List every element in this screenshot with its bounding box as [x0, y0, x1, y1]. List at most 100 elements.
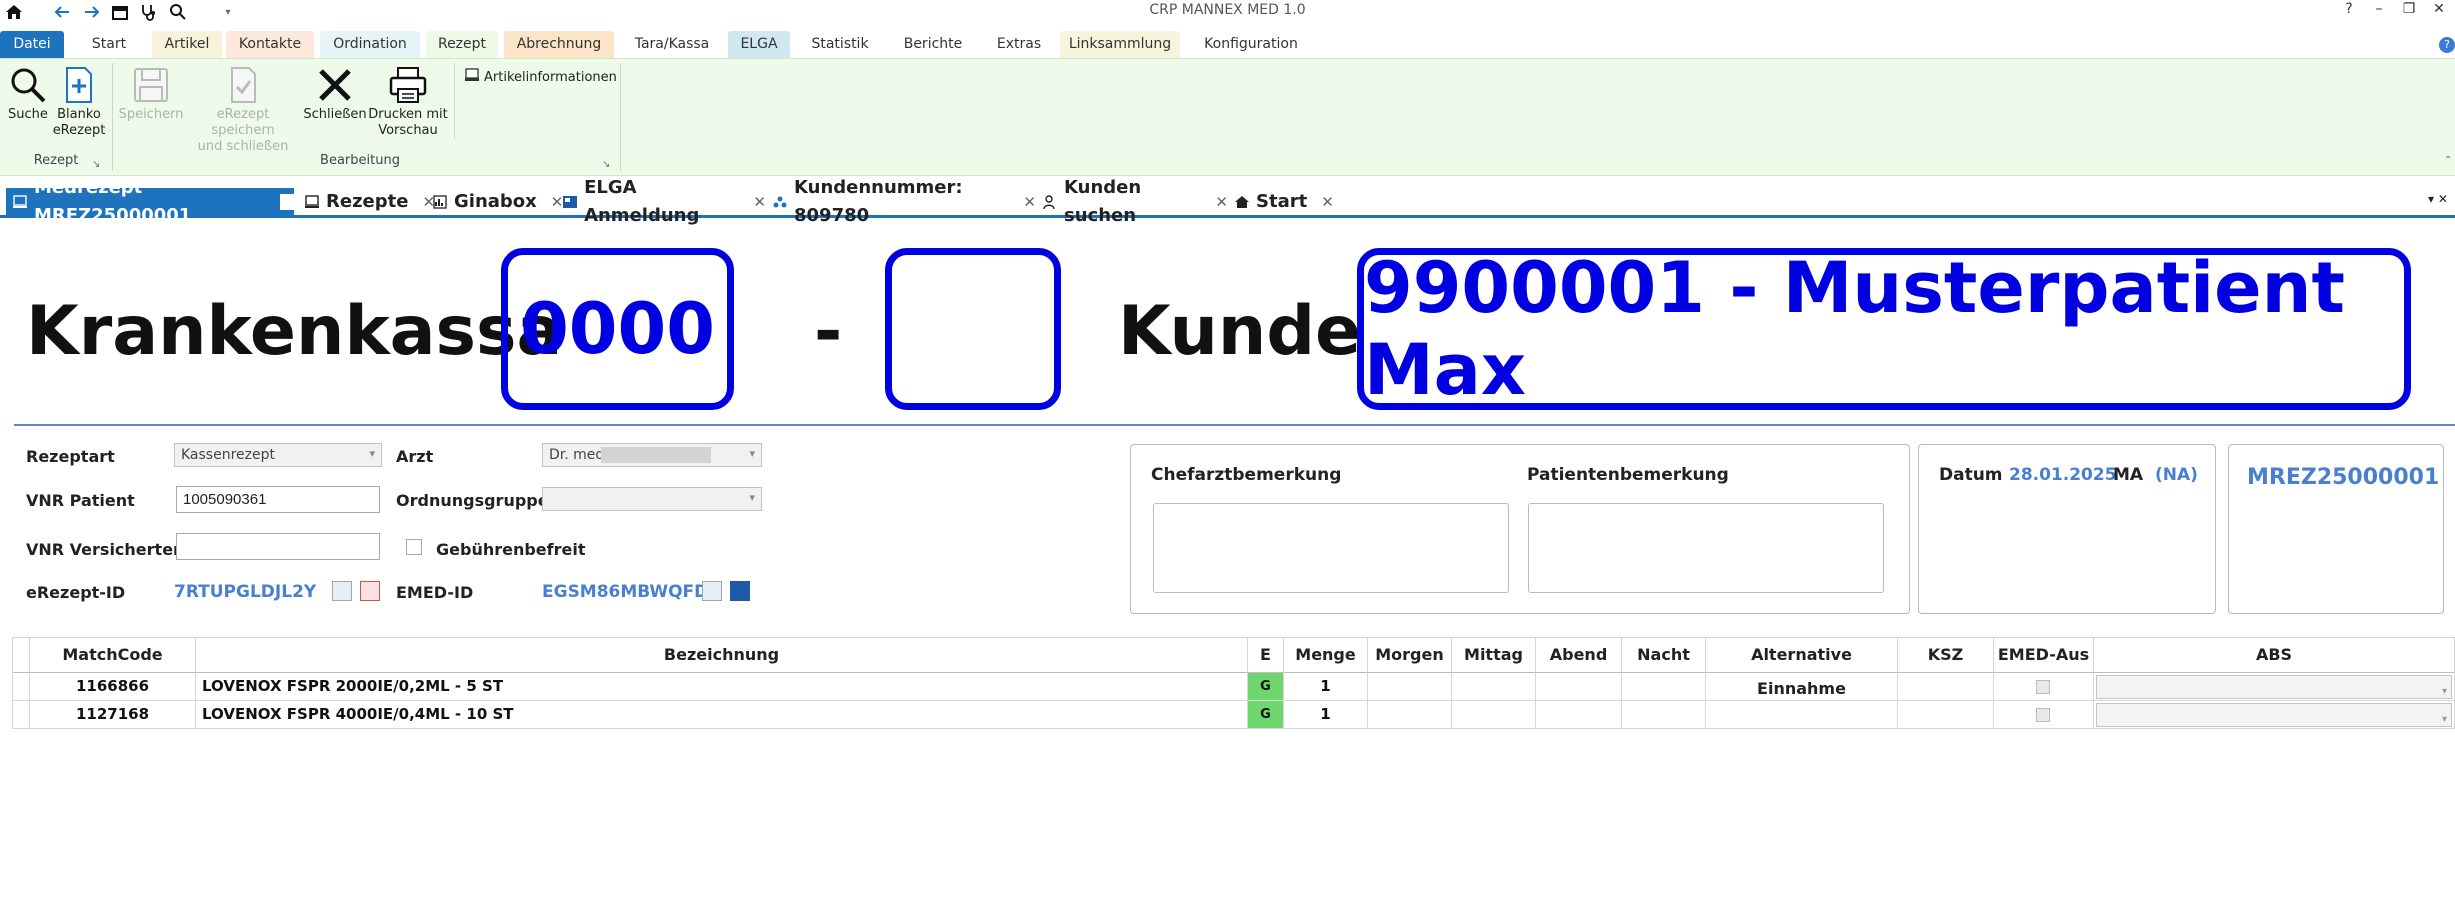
doc-tab-elga-anmeldung[interactable]: ELGA Anmeldung ✕	[556, 177, 766, 226]
doc-tab-start[interactable]: Start ✕	[1228, 188, 1334, 216]
print-preview-button[interactable]: Drucken mit Vorschau	[368, 63, 448, 139]
menu-tab-rezept[interactable]: Rezept	[426, 31, 498, 58]
menu-tab-kontakte[interactable]: Kontakte	[226, 31, 314, 58]
column-header-nacht[interactable]: Nacht	[1622, 637, 1706, 673]
gebuehrenbefreit-checkbox[interactable]	[406, 539, 422, 555]
krankenkassa-value-box[interactable]: 0000	[501, 248, 734, 410]
mittag-cell[interactable]	[1452, 701, 1536, 729]
chefarzt-textarea[interactable]	[1153, 503, 1509, 593]
kunde-value-box[interactable]: 9900001 - Musterpatient Max	[1357, 247, 2411, 411]
tab-list-dropdown-icon[interactable]: ▾ ✕	[2428, 192, 2448, 206]
menu-tab-konfiguration[interactable]: Konfiguration	[1186, 31, 1316, 58]
nacht-cell[interactable]	[1622, 673, 1706, 701]
ordnungsgruppe-select[interactable]: ▾	[542, 487, 762, 511]
morgen-cell[interactable]	[1368, 673, 1452, 701]
collapse-ribbon-icon[interactable]: ⌃	[2444, 155, 2452, 166]
column-header-mittag[interactable]: Mittag	[1452, 637, 1536, 673]
secondary-code-box[interactable]	[885, 248, 1061, 410]
elga-card-icon[interactable]	[730, 581, 750, 601]
tab-pin-icon[interactable]	[280, 194, 294, 210]
column-header-bezeichnung[interactable]: Bezeichnung	[196, 637, 1248, 673]
doc-tab-medrezept[interactable]: Medrezept MREZ25000001	[6, 177, 294, 226]
close-tab-icon[interactable]: ✕	[753, 188, 766, 216]
doc-tab-kundennummer[interactable]: Kundennummer: 809780 ✕	[766, 177, 1036, 226]
close-tab-icon[interactable]: ✕	[1321, 188, 1334, 216]
column-header-e[interactable]: E	[1248, 637, 1284, 673]
menge-cell[interactable]: 1	[1284, 673, 1368, 701]
article-info-button[interactable]: Artikelinformationen	[464, 67, 617, 87]
abs-combobox[interactable]: ▾	[2096, 703, 2452, 727]
menu-tab-statistik[interactable]: Statistik	[798, 31, 882, 58]
morgen-cell[interactable]	[1368, 701, 1452, 729]
mittag-cell[interactable]	[1452, 673, 1536, 701]
copy-icon[interactable]	[702, 581, 722, 601]
home-icon	[1234, 193, 1250, 211]
matchcode-cell[interactable]: 1166866	[30, 673, 196, 701]
group-launcher-icon[interactable]: ↘	[92, 159, 100, 170]
table-row[interactable]: 1166866 LOVENOX FSPR 2000IE/0,2ML - 5 ST…	[12, 673, 2455, 701]
vnr-patient-input[interactable]	[176, 486, 380, 513]
menu-tab-linksammlung[interactable]: Linksammlung	[1060, 31, 1180, 58]
patient-remark-textarea[interactable]	[1528, 503, 1884, 593]
group-launcher-icon[interactable]: ↘	[602, 159, 610, 170]
blank-erezept-button[interactable]: Blanko eRezept	[52, 63, 106, 139]
menu-tab-artikel[interactable]: Artikel	[152, 31, 222, 58]
ksz-cell[interactable]	[1898, 701, 1994, 729]
alternative-cell[interactable]	[1706, 701, 1898, 729]
arzt-select[interactable]: Dr. med ▾	[542, 443, 762, 467]
menu-tab-datei[interactable]: Datei	[0, 31, 64, 58]
search-button[interactable]: Suche	[4, 63, 52, 123]
copy-icon[interactable]	[332, 581, 352, 601]
doc-tab-rezepte[interactable]: Rezepte ✕	[298, 188, 435, 216]
menu-tab-extras[interactable]: Extras	[984, 31, 1054, 58]
emed-aus-checkbox[interactable]	[2036, 708, 2050, 722]
save-button[interactable]: Speichern	[118, 63, 184, 123]
column-header-alternative[interactable]: Alternative Einnahme	[1706, 637, 1898, 698]
info-help-icon[interactable]: ?	[2439, 37, 2455, 53]
column-header-menge[interactable]: Menge	[1284, 637, 1368, 673]
menge-cell[interactable]: 1	[1284, 701, 1368, 729]
abs-combobox[interactable]: ▾	[2096, 675, 2452, 699]
matchcode-cell[interactable]: 1127168	[30, 701, 196, 729]
column-header-emed-aus[interactable]: EMED-Aus	[1994, 637, 2094, 673]
erezept-save-close-button[interactable]: eRezept speichern und schließen	[184, 63, 302, 155]
close-tab-icon[interactable]: ✕	[1215, 188, 1228, 216]
bezeichnung-cell[interactable]: LOVENOX FSPR 4000IE/0,4ML - 10 ST	[196, 701, 1248, 729]
nacht-cell[interactable]	[1622, 701, 1706, 729]
column-header-abs[interactable]: ABS	[2094, 637, 2455, 673]
doc-tab-kunden-suchen[interactable]: Kunden suchen ✕	[1036, 177, 1228, 226]
column-header-matchcode[interactable]: MatchCode	[30, 637, 196, 673]
row-selector[interactable]	[12, 701, 30, 729]
menu-tab-elga[interactable]: ELGA	[728, 31, 790, 58]
menu-tab-abrechnung[interactable]: Abrechnung	[504, 31, 614, 58]
rezeptart-select[interactable]: Kassenrezept ▾	[174, 443, 382, 467]
abend-cell[interactable]	[1536, 701, 1622, 729]
column-header-ksz[interactable]: KSZ	[1898, 637, 1994, 673]
e-cell[interactable]: G	[1248, 673, 1284, 701]
column-header-abend[interactable]: Abend	[1536, 637, 1622, 673]
doc-tab-ginabox[interactable]: Ginabox ✕	[426, 188, 563, 216]
bezeichnung-cell[interactable]: LOVENOX FSPR 2000IE/0,2ML - 5 ST	[196, 673, 1248, 701]
pdf-icon[interactable]	[360, 581, 380, 601]
close-window-button[interactable]: ✕	[2428, 1, 2450, 21]
help-button[interactable]: ?	[2338, 1, 2360, 21]
column-header-morgen[interactable]: Morgen	[1368, 637, 1452, 673]
close-button[interactable]: Schließen	[302, 63, 368, 123]
vnr-versicherter-input[interactable]	[176, 533, 380, 560]
menu-tab-start[interactable]: Start	[76, 31, 142, 58]
minimize-button[interactable]: –	[2368, 1, 2390, 21]
table-row[interactable]: 1127168 LOVENOX FSPR 4000IE/0,4ML - 10 S…	[12, 701, 2455, 729]
restore-button[interactable]: ❐	[2398, 1, 2420, 21]
e-cell[interactable]: G	[1248, 701, 1284, 729]
abend-cell[interactable]	[1536, 673, 1622, 701]
emed-aus-checkbox[interactable]	[2036, 680, 2050, 694]
redacted-name	[601, 447, 711, 463]
ksz-cell[interactable]	[1898, 673, 1994, 701]
print-preview-label-1: Drucken mit	[368, 107, 448, 122]
close-tab-icon[interactable]: ✕	[1023, 188, 1036, 216]
row-selector[interactable]	[12, 673, 30, 701]
menu-tab-berichte[interactable]: Berichte	[890, 31, 976, 58]
menu-tab-ordination[interactable]: Ordination	[320, 31, 420, 58]
alternative-cell[interactable]	[1706, 673, 1898, 701]
menu-tab-tara-kassa[interactable]: Tara/Kassa	[622, 31, 722, 58]
